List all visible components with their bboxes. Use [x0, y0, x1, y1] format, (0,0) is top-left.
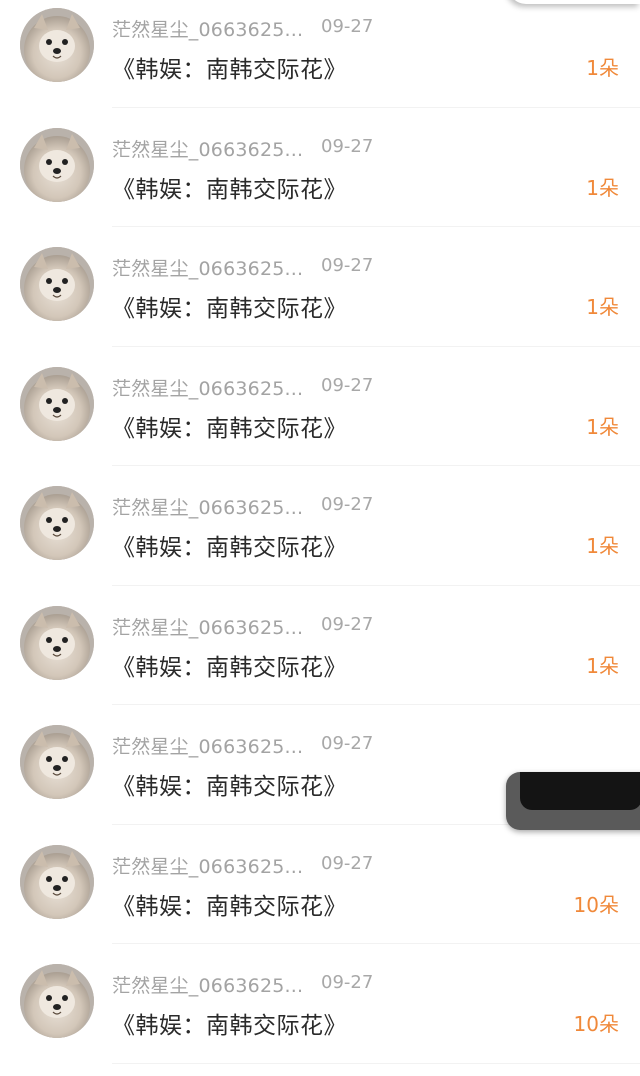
- book-title[interactable]: 《韩娱：南韩交际花》: [112, 50, 347, 84]
- record-date: 09-27: [321, 16, 374, 37]
- row-divider: [112, 1062, 640, 1064]
- list-item[interactable]: 茫然星尘_0663625... 09-27 《韩娱：南韩交际花》 1朵: [0, 478, 640, 598]
- list-item[interactable]: 茫然星尘_0663625... 09-27 《韩娱：南韩交际花》 10朵: [0, 956, 640, 1076]
- floating-widget[interactable]: [506, 772, 640, 830]
- row-divider: [112, 943, 640, 944]
- record-date: 09-27: [321, 494, 374, 515]
- book-title[interactable]: 《韩娱：南韩交际花》: [112, 648, 347, 682]
- book-title[interactable]: 《韩娱：南韩交际花》: [112, 887, 347, 921]
- gift-amount: 1朵: [586, 295, 619, 319]
- record-date: 09-27: [321, 613, 374, 635]
- row-divider: [112, 345, 640, 347]
- row-divider: [112, 584, 640, 586]
- user-name[interactable]: 茫然星尘_0663625...: [112, 971, 303, 998]
- row-divider: [112, 226, 640, 227]
- user-name[interactable]: 茫然星尘_0663625...: [112, 852, 303, 879]
- user-name[interactable]: 茫然星尘_0663625...: [112, 135, 303, 162]
- user-name[interactable]: 茫然星尘_0663625...: [112, 613, 303, 640]
- list-item[interactable]: 茫然星尘_0663625... 09-27 《韩娱：南韩交际花》 1朵: [0, 598, 640, 718]
- dog-avatar-icon[interactable]: [20, 247, 94, 321]
- dog-avatar-icon[interactable]: [20, 844, 94, 919]
- row-divider: [112, 704, 640, 705]
- user-name[interactable]: 茫然星尘_0663625...: [112, 374, 303, 401]
- list-item[interactable]: 茫然星尘_0663625... 09-27 《韩娱：南韩交际花》 1朵: [0, 359, 640, 479]
- list-item[interactable]: 茫然星尘_0663625... 09-27 《韩娱：南韩交际花》 1朵: [0, 0, 640, 120]
- gift-amount: 1朵: [586, 653, 619, 678]
- gift-amount: 10朵: [573, 1012, 619, 1036]
- dog-avatar-icon[interactable]: [20, 725, 94, 799]
- dog-avatar-icon[interactable]: [20, 366, 94, 441]
- record-date: 09-27: [321, 852, 374, 874]
- gift-amount: 1朵: [586, 175, 619, 200]
- record-date: 09-27: [321, 135, 374, 157]
- book-title[interactable]: 《韩娱：南韩交际花》: [112, 1006, 347, 1040]
- user-name[interactable]: 茫然星尘_0663625...: [112, 732, 303, 759]
- record-date: 09-27: [321, 374, 374, 396]
- book-title[interactable]: 《韩娱：南韩交际花》: [112, 767, 347, 801]
- record-date: 09-27: [321, 972, 374, 993]
- dog-avatar-icon[interactable]: [20, 605, 94, 680]
- user-name[interactable]: 茫然星尘_0663625...: [112, 493, 303, 520]
- floating-widget-panel: [520, 772, 640, 810]
- list-item[interactable]: 茫然星尘_0663625... 09-27 《韩娱：南韩交际花》 1朵: [0, 239, 640, 359]
- gift-amount: 1朵: [586, 414, 619, 439]
- row-divider: [112, 465, 640, 466]
- dog-avatar-icon[interactable]: [20, 486, 94, 560]
- book-title[interactable]: 《韩娱：南韩交际花》: [112, 289, 347, 323]
- dog-avatar-icon[interactable]: [20, 127, 94, 202]
- user-name[interactable]: 茫然星尘_0663625...: [112, 15, 303, 42]
- list-item[interactable]: 茫然星尘_0663625... 09-27 《韩娱：南韩交际花》 10朵: [0, 837, 640, 957]
- gift-amount: 10朵: [573, 892, 619, 917]
- book-title[interactable]: 《韩娱：南韩交际花》: [112, 528, 347, 562]
- record-date: 09-27: [321, 733, 374, 754]
- book-title[interactable]: 《韩娱：南韩交际花》: [112, 409, 347, 443]
- row-divider: [112, 106, 640, 108]
- dog-avatar-icon[interactable]: [20, 964, 94, 1038]
- record-date: 09-27: [321, 255, 374, 276]
- book-title[interactable]: 《韩娱：南韩交际花》: [112, 170, 347, 204]
- list-item[interactable]: 茫然星尘_0663625... 09-27 《韩娱：南韩交际花》 1朵: [0, 120, 640, 240]
- gift-amount: 1朵: [586, 534, 619, 558]
- dog-avatar-icon[interactable]: [20, 8, 94, 82]
- user-name[interactable]: 茫然星尘_0663625...: [112, 254, 303, 281]
- gift-record-list: 茫然星尘_0663625... 09-27 《韩娱：南韩交际花》 1朵 茫然星尘…: [0, 0, 640, 1076]
- gift-amount: 1朵: [586, 56, 619, 80]
